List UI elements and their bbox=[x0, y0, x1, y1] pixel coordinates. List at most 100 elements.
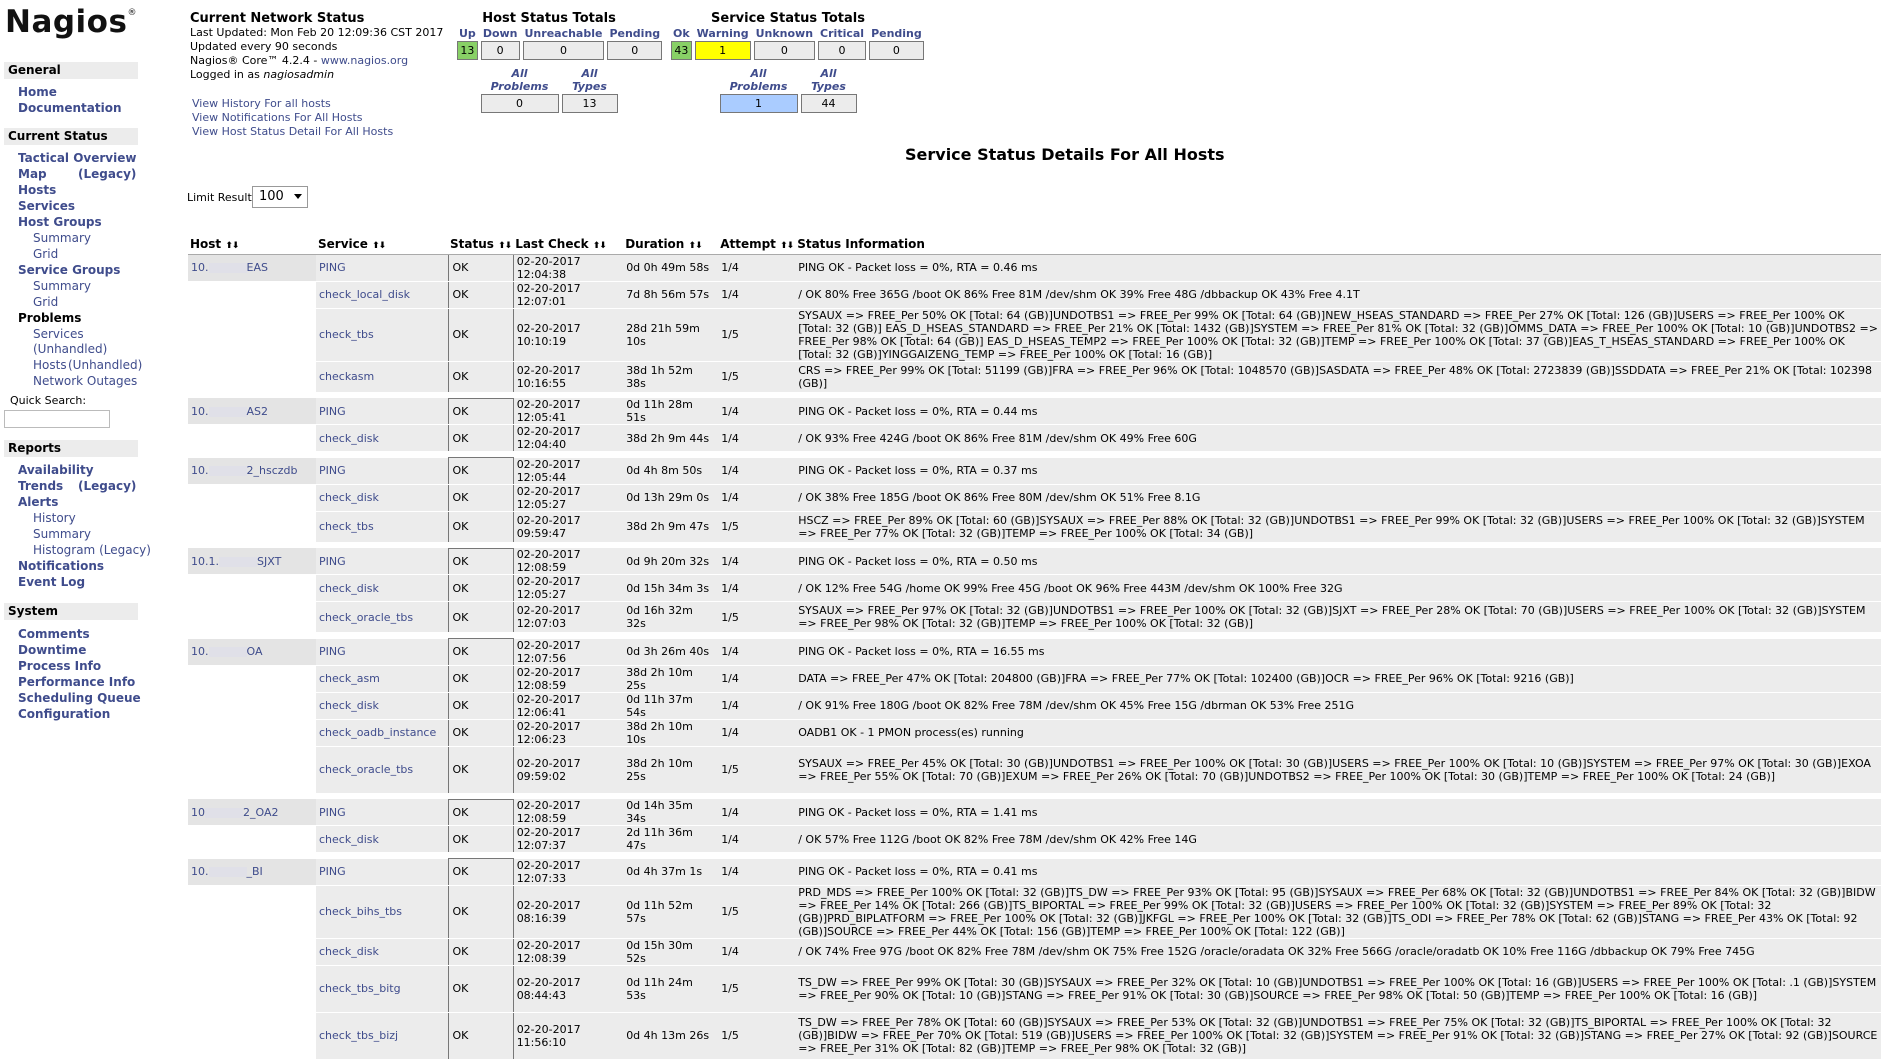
nav-services[interactable]: Services bbox=[18, 199, 75, 213]
host-all-problems-label[interactable]: All Problems bbox=[481, 67, 559, 93]
svc-all-problems-label[interactable]: All Problems bbox=[720, 67, 798, 93]
svc-critical-label[interactable]: Critical bbox=[818, 27, 866, 40]
nav-availability[interactable]: Availability bbox=[18, 463, 94, 477]
col-duration[interactable]: Duration ⬆⬇ bbox=[623, 224, 719, 255]
host-name-prefix[interactable]: 10. bbox=[191, 645, 209, 658]
nav-event-log[interactable]: Event Log bbox=[18, 575, 85, 589]
svc-unknown-label[interactable]: Unknown bbox=[754, 27, 815, 40]
host-name-prefix[interactable]: 10. bbox=[191, 464, 209, 477]
host-cell[interactable]: 10. OA bbox=[188, 638, 316, 666]
service-link[interactable]: PING bbox=[316, 858, 448, 886]
service-link[interactable]: check_asm bbox=[316, 665, 448, 693]
nav-trends-legacy[interactable]: (Legacy) bbox=[78, 479, 136, 493]
nav-servicegroup-summary[interactable]: Summary bbox=[33, 279, 91, 293]
host-down-label[interactable]: Down bbox=[481, 27, 520, 40]
link-view-host-status[interactable]: View Host Status Detail For All Hosts bbox=[192, 125, 393, 139]
nav-problems-services[interactable]: Services bbox=[33, 327, 84, 341]
host-down-count[interactable]: 0 bbox=[480, 41, 520, 60]
service-link[interactable]: check_disk bbox=[316, 938, 448, 966]
svc-all-problems-count[interactable]: 1 bbox=[719, 94, 798, 113]
nav-performance-info[interactable]: Performance Info bbox=[18, 675, 135, 689]
host-name-suffix[interactable]: _BI bbox=[247, 865, 263, 878]
service-link[interactable]: check_disk bbox=[316, 484, 448, 512]
sort-arrows-icon[interactable]: ⬆⬇ bbox=[780, 241, 794, 251]
nav-process-info[interactable]: Process Info bbox=[18, 659, 101, 673]
host-all-types-label[interactable]: All Types bbox=[562, 67, 618, 93]
service-link[interactable]: check_disk bbox=[316, 825, 448, 853]
host-name-prefix[interactable]: 10. bbox=[191, 405, 209, 418]
nav-home[interactable]: Home bbox=[18, 85, 57, 99]
nav-documentation[interactable]: Documentation bbox=[18, 101, 122, 115]
service-link[interactable]: check_tbs_bizj bbox=[316, 1012, 448, 1060]
service-link[interactable]: check_disk bbox=[316, 574, 448, 602]
host-name-prefix[interactable]: 10 bbox=[191, 806, 205, 819]
nav-alerts[interactable]: Alerts bbox=[18, 495, 58, 509]
limit-results-select[interactable]: 100 bbox=[252, 186, 308, 208]
nav-map[interactable]: Map bbox=[18, 167, 47, 181]
service-link[interactable]: check_bihs_tbs bbox=[316, 885, 448, 939]
nav-configuration[interactable]: Configuration bbox=[18, 707, 110, 721]
link-view-notifications[interactable]: View Notifications For All Hosts bbox=[192, 111, 393, 125]
host-name-suffix[interactable]: EAS bbox=[247, 261, 268, 274]
nav-comments[interactable]: Comments bbox=[18, 627, 90, 641]
nav-scheduling-queue[interactable]: Scheduling Queue bbox=[18, 691, 141, 705]
sort-arrows-icon[interactable]: ⬆⬇ bbox=[225, 241, 239, 251]
nav-alerts-summary[interactable]: Summary bbox=[33, 527, 91, 541]
service-link[interactable]: check_tbs bbox=[316, 511, 448, 543]
host-all-types-count[interactable]: 13 bbox=[561, 94, 618, 113]
nagios-org-link[interactable]: www.nagios.org bbox=[321, 54, 408, 67]
nav-alerts-histogram[interactable]: Histogram (Legacy) bbox=[33, 543, 151, 557]
nav-network-outages[interactable]: Network Outages bbox=[33, 374, 137, 388]
host-unreachable-count[interactable]: 0 bbox=[522, 41, 605, 60]
service-link[interactable]: PING bbox=[316, 548, 448, 575]
host-name-prefix[interactable]: 10. bbox=[191, 865, 209, 878]
host-name-suffix[interactable]: 2_hsczdb bbox=[247, 464, 298, 477]
service-link[interactable]: checkasm bbox=[316, 361, 448, 393]
nav-trends[interactable]: Trends bbox=[18, 479, 63, 493]
host-unreachable-label[interactable]: Unreachable bbox=[523, 27, 605, 40]
host-cell[interactable]: 10. EAS bbox=[188, 254, 316, 282]
sort-arrows-icon[interactable]: ⬆⬇ bbox=[689, 241, 703, 251]
svc-ok-label[interactable]: Ok bbox=[671, 27, 692, 40]
service-link[interactable]: check_disk bbox=[316, 692, 448, 720]
link-view-history[interactable]: View History For all hosts bbox=[192, 97, 393, 111]
host-cell[interactable]: 10. _BI bbox=[188, 858, 316, 886]
quick-search-input[interactable] bbox=[4, 410, 110, 428]
sort-arrows-icon[interactable]: ⬆⬇ bbox=[498, 241, 512, 251]
service-link[interactable]: check_oracle_tbs bbox=[316, 601, 448, 633]
nav-notifications[interactable]: Notifications bbox=[18, 559, 104, 573]
svc-warning-label[interactable]: Warning bbox=[695, 27, 751, 40]
nav-downtime[interactable]: Downtime bbox=[18, 643, 86, 657]
svc-ok-count[interactable]: 43 bbox=[671, 41, 692, 60]
host-name-suffix[interactable]: AS2 bbox=[247, 405, 269, 418]
host-name-suffix[interactable]: SJXT bbox=[257, 555, 281, 568]
host-cell[interactable]: 10.1. SJXT bbox=[188, 548, 316, 575]
nav-host-groups[interactable]: Host Groups bbox=[18, 215, 102, 229]
nav-problems-services-unhandled[interactable]: (Unhandled) bbox=[33, 342, 107, 356]
service-link[interactable]: PING bbox=[316, 457, 448, 485]
nav-tactical-overview[interactable]: Tactical Overview bbox=[18, 151, 136, 165]
nav-problems-hosts[interactable]: Hosts bbox=[33, 358, 67, 372]
host-up-label[interactable]: Up bbox=[457, 27, 478, 40]
nav-servicegroup-grid[interactable]: Grid bbox=[33, 295, 58, 309]
svc-warning-count[interactable]: 1 bbox=[694, 41, 751, 60]
host-all-problems-count[interactable]: 0 bbox=[480, 94, 559, 113]
svc-pending-label[interactable]: Pending bbox=[869, 27, 924, 40]
svc-all-types-label[interactable]: All Types bbox=[801, 67, 857, 93]
host-name-prefix[interactable]: 10. bbox=[191, 261, 209, 274]
svc-unknown-count[interactable]: 0 bbox=[753, 41, 816, 60]
col-service[interactable]: Service ⬆⬇ bbox=[316, 224, 448, 255]
host-up-count[interactable]: 13 bbox=[457, 41, 478, 60]
nav-service-groups[interactable]: Service Groups bbox=[18, 263, 120, 277]
nav-hosts[interactable]: Hosts bbox=[18, 183, 56, 197]
host-pending-count[interactable]: 0 bbox=[607, 41, 663, 60]
host-name-suffix[interactable]: OA bbox=[247, 645, 263, 658]
svc-critical-count[interactable]: 0 bbox=[818, 41, 867, 60]
service-link[interactable]: PING bbox=[316, 799, 448, 826]
nav-hostgroup-summary[interactable]: Summary bbox=[33, 231, 91, 245]
col-attempt[interactable]: Attempt ⬆⬇ bbox=[718, 224, 796, 255]
service-link[interactable]: check_oracle_tbs bbox=[316, 746, 448, 794]
col-last-check[interactable]: Last Check ⬆⬇ bbox=[513, 224, 624, 255]
nav-map-legacy[interactable]: (Legacy) bbox=[78, 167, 136, 181]
host-cell[interactable]: 10. AS2 bbox=[188, 398, 316, 425]
